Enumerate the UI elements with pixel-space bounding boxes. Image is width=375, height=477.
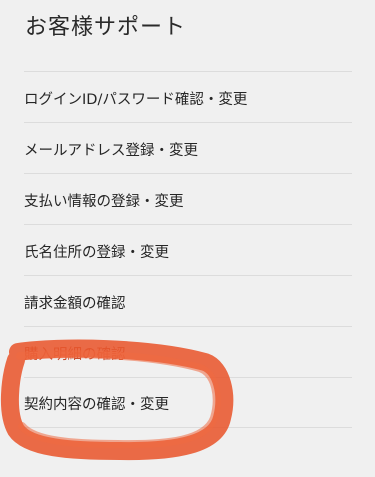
menu-item-label: 請求金額の確認	[24, 295, 126, 312]
menu-item-label: 支払い情報の登録・変更	[24, 193, 184, 210]
menu-item-label: 契約内容の確認・変更	[24, 397, 169, 413]
menu-item-contract-details[interactable]: 契約内容の確認・変更	[24, 377, 352, 428]
support-menu-list: ログインID/パスワード確認・変更 メールアドレス登録・変更 支払い情報の登録・…	[24, 71, 352, 428]
page-title: お客様サポート	[25, 15, 187, 40]
menu-item-email[interactable]: メールアドレス登録・変更	[24, 122, 352, 173]
menu-item-purchase-details[interactable]: 購入明細の確認	[24, 326, 352, 377]
menu-item-label: ログインID/パスワード確認・変更	[24, 91, 248, 108]
menu-item-payment[interactable]: 支払い情報の登録・変更	[24, 173, 352, 224]
menu-item-label: 氏名住所の登録・変更	[24, 244, 169, 261]
menu-item-name-address[interactable]: 氏名住所の登録・変更	[24, 224, 352, 275]
menu-item-label: 購入明細の確認	[24, 346, 126, 363]
menu-item-label: メールアドレス登録・変更	[24, 142, 198, 159]
menu-item-billing-amount[interactable]: 請求金額の確認	[24, 275, 352, 326]
menu-item-login-password[interactable]: ログインID/パスワード確認・変更	[24, 71, 352, 122]
